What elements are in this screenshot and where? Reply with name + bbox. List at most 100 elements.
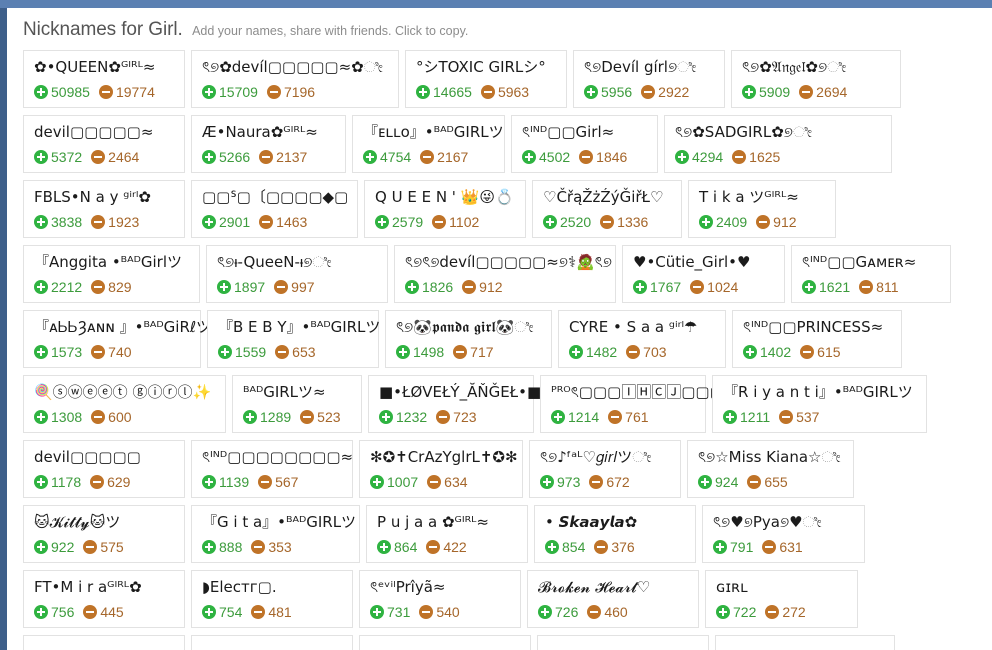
plus-circle-icon[interactable] [243,410,257,424]
minus-circle-icon[interactable] [91,410,106,424]
nickname-text[interactable]: 🍭ⓢⓦⓔⓔⓣ ⓖⓘⓡⓛ✨ [34,383,215,404]
nickname-text[interactable]: T i k a ツᴳᴵᴿᴸ≈ [699,188,825,209]
nickname-card[interactable]: 『Anggita •ᴮᴬᴰGirlツ 2212 829 [23,245,200,303]
upvote-group[interactable]: 791 [713,537,753,558]
downvote-group[interactable]: 445 [83,602,124,623]
plus-circle-icon[interactable] [569,345,583,359]
plus-circle-icon[interactable] [363,150,377,164]
downvote-group[interactable]: 5963 [480,82,529,103]
upvote-group[interactable]: 15709 [202,82,258,103]
nickname-card[interactable]: • 𝙎𝙠𝙖𝙖𝙮𝙡𝙖✿ 854 376 [534,505,696,563]
upvote-group[interactable]: 1498 [396,342,444,363]
minus-circle-icon[interactable] [641,85,656,99]
downvote-group[interactable]: 19774 [98,82,155,103]
nickname-card[interactable]: ৎ୭♥୭Pya୭♥ೀ 791 631 [702,505,865,563]
downvote-group[interactable]: 1625 [732,147,780,168]
plus-circle-icon[interactable] [202,150,216,164]
downvote-group[interactable]: 1336 [600,212,648,233]
downvote-group[interactable]: 615 [800,342,841,363]
upvote-group[interactable]: 1767 [633,277,681,298]
minus-circle-icon[interactable] [608,410,623,424]
upvote-group[interactable]: 5266 [202,147,250,168]
minus-circle-icon[interactable] [436,410,451,424]
plus-circle-icon[interactable] [405,280,419,294]
nickname-card[interactable]: ᴮᴬᴰGIRLツ≈ 1289 523 [232,375,362,433]
nickname-text[interactable]: ৎᴵᴺᴰ▢▢▢▢▢▢▢▢≈ [202,448,353,469]
plus-circle-icon[interactable] [675,150,689,164]
nickname-text[interactable]: Æ•Naura✿ᴳᴵᴿᴸ≈ [202,123,335,144]
minus-circle-icon[interactable] [579,150,594,164]
nickname-card[interactable]: devil▢▢▢▢▢≈ 5372 2464 [23,115,185,173]
nickname-card[interactable]: 𝓑𝓻𝓸𝓴𝓮𝓷 𝓗𝓮𝓪𝓻𝓽♡ 726 460 [527,570,699,628]
nickname-text[interactable]: FBLS•N a y ᵍⁱʳˡ✿ [34,188,174,209]
downvote-group[interactable]: 7196 [266,82,315,103]
nickname-card[interactable] [191,635,353,650]
upvote-group[interactable]: 14665 [416,82,472,103]
plus-circle-icon[interactable] [698,475,712,489]
nickname-text[interactable]: ɢɪʀʟ [716,578,847,599]
upvote-group[interactable]: 1826 [405,277,453,298]
nickname-card[interactable]: FT•M i r aᴳᴵᴿᴸ✿ 756 445 [23,570,185,628]
upvote-group[interactable]: 1139 [202,472,249,493]
plus-circle-icon[interactable] [34,605,48,619]
nickname-card[interactable]: ৎᴵᴺᴰ▢▢Girl≈ 4502 1846 [511,115,658,173]
upvote-group[interactable]: 754 [202,602,242,623]
downvote-group[interactable]: 272 [765,602,806,623]
upvote-group[interactable]: 1402 [743,342,791,363]
minus-circle-icon[interactable] [626,345,641,359]
minus-circle-icon[interactable] [83,605,98,619]
minus-circle-icon[interactable] [259,215,274,229]
nickname-text[interactable]: ▢▢ᔆ▢〔▢▢▢▢◆▢ [202,188,348,209]
nickname-card[interactable]: ɢɪʀʟ 722 272 [705,570,858,628]
downvote-group[interactable]: 481 [251,602,292,623]
plus-circle-icon[interactable] [540,475,554,489]
downvote-group[interactable]: 631 [762,537,803,558]
plus-circle-icon[interactable] [743,345,757,359]
downvote-group[interactable]: 460 [587,602,628,623]
minus-circle-icon[interactable] [300,410,315,424]
downvote-group[interactable]: 523 [300,407,341,428]
nickname-text[interactable]: 『Anggita •ᴮᴬᴰGirlツ [34,253,189,274]
downvote-group[interactable]: 740 [91,342,132,363]
minus-circle-icon[interactable] [587,605,602,619]
minus-circle-icon[interactable] [732,150,747,164]
nickname-card[interactable]: ৎ୭✿devíl▢▢▢▢▢≈✿ೀ 15709 7196 [191,50,399,108]
plus-circle-icon[interactable] [217,280,231,294]
minus-circle-icon[interactable] [589,475,604,489]
plus-circle-icon[interactable] [34,345,48,359]
plus-circle-icon[interactable] [377,540,391,554]
plus-circle-icon[interactable] [545,540,559,554]
plus-circle-icon[interactable] [379,410,393,424]
nickname-text[interactable]: ◗Eleстг▢. [202,578,342,599]
plus-circle-icon[interactable] [543,215,557,229]
plus-circle-icon[interactable] [396,345,410,359]
plus-circle-icon[interactable] [218,345,232,359]
nickname-text[interactable] [726,643,884,650]
minus-circle-icon[interactable] [98,85,113,99]
nickname-text[interactable]: ৎᴵᴺᴰ▢▢Girl≈ [522,123,647,144]
nickname-card[interactable]: ▢▢ᔆ▢〔▢▢▢▢◆▢ 2901 1463 [191,180,358,238]
nickname-card[interactable]: ৎ୭♪ᶠᵃᴸ♡𝑔𝑖𝑟𝑙ツೀ 973 672 [529,440,681,498]
nickname-card[interactable]: ◗Eleстг▢. 754 481 [191,570,353,628]
upvote-group[interactable]: 2579 [375,212,423,233]
minus-circle-icon[interactable] [462,280,477,294]
downvote-group[interactable]: 829 [91,277,132,298]
nickname-card[interactable]: ■•ŁØVEŁÝ_ĂŇǦEŁ•■ 1232 723 [368,375,541,433]
minus-circle-icon[interactable] [762,540,777,554]
nickname-text[interactable]: ♥•Cütie_Girl•♥ [633,253,774,274]
minus-circle-icon[interactable] [426,540,441,554]
nickname-card[interactable]: devil▢▢▢▢▢ 1178 629 [23,440,185,498]
minus-circle-icon[interactable] [251,540,266,554]
nickname-card[interactable]: CYRE • S a a ᵍⁱʳˡ☂ 1482 703 [558,310,726,368]
nickname-text[interactable] [370,643,520,650]
downvote-group[interactable]: 567 [258,472,298,493]
upvote-group[interactable]: 922 [34,537,74,558]
downvote-group[interactable]: 2464 [91,147,139,168]
upvote-group[interactable]: 1482 [569,342,617,363]
downvote-group[interactable]: 723 [436,407,477,428]
upvote-group[interactable]: 5372 [34,147,82,168]
nickname-card[interactable]: Q U E E N ' 👑😜💍 2579 1102 [364,180,526,238]
minus-circle-icon[interactable] [600,215,615,229]
nickname-text[interactable]: ৎ୭✿devíl▢▢▢▢▢≈✿ೀ [202,58,388,79]
plus-circle-icon[interactable] [522,150,536,164]
